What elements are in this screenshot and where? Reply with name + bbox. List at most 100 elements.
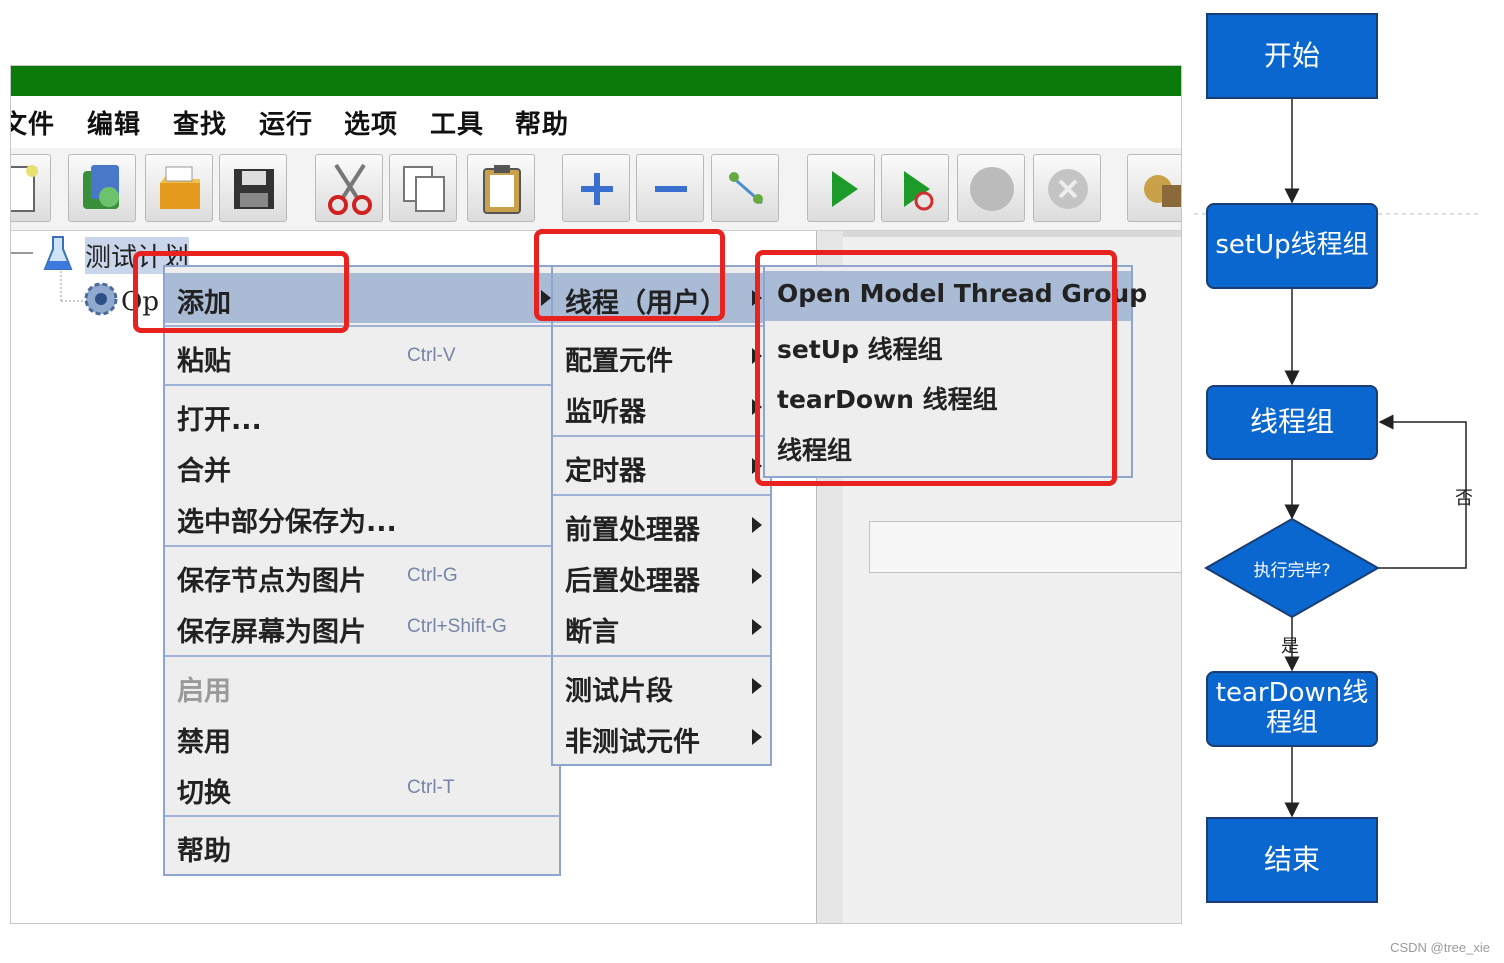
- test-plan-icon: [43, 236, 73, 270]
- menu-separator: [165, 384, 559, 386]
- menu-separator: [553, 494, 770, 496]
- menu-item-label: 打开...: [177, 405, 262, 436]
- menu-item-label: 启用: [177, 676, 231, 707]
- menu-tools[interactable]: 工具: [430, 104, 484, 141]
- menu-separator: [165, 815, 559, 817]
- menu-edit[interactable]: 编辑: [87, 104, 141, 141]
- stop-button[interactable]: [957, 154, 1025, 222]
- menu-item-label: 禁用: [177, 727, 231, 758]
- save-icon: [234, 169, 274, 209]
- submenu-arrow-icon: [752, 517, 762, 533]
- menu-item-label: 定时器: [565, 456, 646, 487]
- toggle-button[interactable]: [711, 154, 779, 222]
- new-button[interactable]: [11, 154, 51, 222]
- open-icon: [160, 166, 200, 209]
- submenu-item-post-processor[interactable]: 后置处理器: [553, 551, 770, 601]
- menu-separator: [165, 655, 559, 657]
- copy-icon: [403, 166, 445, 212]
- menu-item-label: 粘贴: [177, 346, 231, 377]
- context-menu: 添加 粘贴 Ctrl-V 打开... 合并 选中部分保存为... 保存节点为图片…: [163, 265, 561, 876]
- flow-label-no: 否: [1455, 488, 1473, 509]
- open-button[interactable]: [145, 154, 213, 222]
- menu-item-disable[interactable]: 禁用: [165, 712, 559, 762]
- menu-item-label: 保存节点为图片: [177, 566, 366, 597]
- submenu-item-assertion[interactable]: 断言: [553, 602, 770, 652]
- menu-item-open[interactable]: 打开...: [165, 390, 559, 440]
- title-bar: [11, 66, 1181, 96]
- menu-item-toggle[interactable]: 切换 Ctrl-T: [165, 763, 559, 813]
- menu-item-label: 合并: [177, 456, 231, 487]
- templates-icon: [83, 165, 119, 209]
- start-icon: [832, 171, 858, 207]
- save-button[interactable]: [219, 154, 287, 222]
- menu-separator: [553, 435, 770, 437]
- flow-node-setup: setUp线程组: [1206, 203, 1378, 289]
- expand-button[interactable]: [562, 154, 630, 222]
- menu-item-shortcut: Ctrl+Shift-G: [407, 616, 507, 637]
- thread-group-icon: [84, 282, 118, 316]
- clear-icon: [1144, 175, 1181, 207]
- clear-button[interactable]: [1127, 154, 1181, 222]
- submenu-item-timer[interactable]: 定时器: [553, 441, 770, 491]
- stop-icon: [970, 167, 1014, 211]
- toolbar: [11, 148, 1181, 231]
- start-no-pause-icon: [904, 171, 934, 211]
- submenu-item-listener[interactable]: 监听器: [553, 382, 770, 432]
- submenu-item-non-test-element[interactable]: 非测试元件: [553, 712, 770, 762]
- menu-item-label: 非测试元件: [565, 727, 700, 758]
- menu-item-enable: 启用: [165, 661, 559, 711]
- submenu-arrow-icon: [752, 568, 762, 584]
- cut-button[interactable]: [315, 154, 383, 222]
- menu-item-label: 配置元件: [565, 346, 673, 377]
- menu-item-merge[interactable]: 合并: [165, 441, 559, 491]
- menu-item-save-node-image[interactable]: 保存节点为图片 Ctrl-G: [165, 551, 559, 601]
- paste-icon: [483, 165, 521, 214]
- submenu-arrow-icon: [752, 729, 762, 745]
- submenu-item-config-element[interactable]: 配置元件: [553, 331, 770, 381]
- menu-item-label: 后置处理器: [565, 566, 700, 597]
- menu-item-label: 监听器: [565, 397, 646, 428]
- menu-item-save-screen-image[interactable]: 保存屏幕为图片 Ctrl+Shift-G: [165, 602, 559, 652]
- flow-node-end: 结束: [1206, 817, 1378, 903]
- templates-button[interactable]: [68, 154, 136, 222]
- start-no-pause-button[interactable]: [881, 154, 949, 222]
- menu-item-save-selection[interactable]: 选中部分保存为...: [165, 492, 559, 542]
- menu-item-label: 切换: [177, 778, 231, 809]
- flow-node-start: 开始: [1206, 13, 1378, 99]
- menu-item-paste[interactable]: 粘贴 Ctrl-V: [165, 331, 559, 381]
- start-button[interactable]: [807, 154, 875, 222]
- collapse-icon: [655, 186, 687, 192]
- new-icon: [11, 165, 38, 212]
- menu-item-help[interactable]: 帮助: [165, 821, 559, 871]
- shutdown-button[interactable]: [1033, 154, 1101, 222]
- add-submenu: 线程（用户） 配置元件 监听器 定时器 前置处理器 后置处理器 断言 测试片段 …: [551, 265, 772, 766]
- menu-options[interactable]: 选项: [344, 104, 398, 141]
- submenu-item-test-fragment[interactable]: 测试片段: [553, 661, 770, 711]
- menu-file[interactable]: 文件: [11, 104, 55, 141]
- submenu-item-pre-processor[interactable]: 前置处理器: [553, 500, 770, 550]
- highlight-box-thread-groups: [755, 250, 1117, 486]
- menu-help[interactable]: 帮助: [515, 104, 569, 141]
- panel-top-border: [843, 231, 1181, 237]
- flow-node-teardown: tearDown线程组: [1206, 671, 1378, 747]
- menu-separator: [553, 655, 770, 657]
- collapse-button[interactable]: [636, 154, 704, 222]
- shutdown-icon: [1048, 169, 1088, 209]
- flow-node-decision: 执行完毕?: [1253, 560, 1331, 581]
- menu-run[interactable]: 运行: [259, 104, 313, 141]
- flow-node-thread-group: 线程组: [1206, 385, 1378, 460]
- menu-item-label: 保存屏幕为图片: [177, 617, 366, 648]
- expand-icon: [581, 173, 613, 205]
- copy-button[interactable]: [389, 154, 457, 222]
- submenu-arrow-icon: [752, 619, 762, 635]
- paste-button[interactable]: [467, 154, 535, 222]
- cut-icon: [328, 163, 372, 215]
- watermark: CSDN @tree_xie: [1390, 940, 1490, 955]
- flow-label-yes: 是: [1281, 636, 1299, 657]
- highlight-box-add: [133, 251, 349, 333]
- menu-item-shortcut: Ctrl-V: [407, 345, 456, 366]
- highlight-box-threads: [534, 229, 725, 321]
- menu-search[interactable]: 查找: [173, 104, 227, 141]
- menu-item-label: 前置处理器: [565, 515, 700, 546]
- submenu-arrow-icon: [752, 678, 762, 694]
